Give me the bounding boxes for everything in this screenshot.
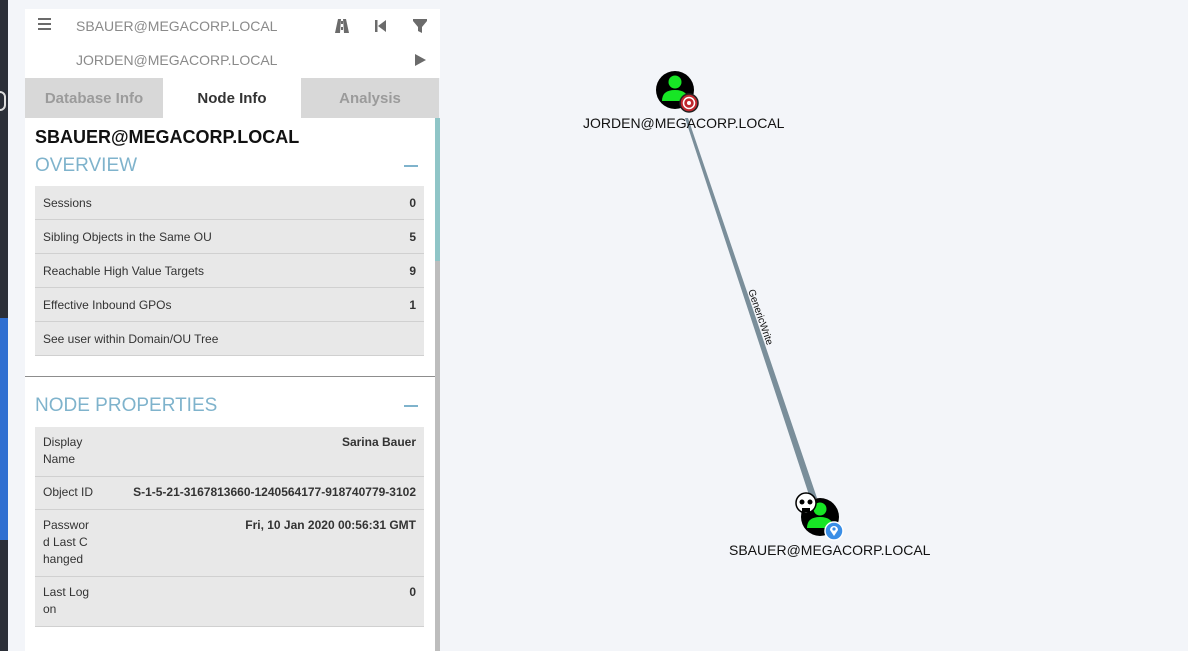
search-panel: SBAUER@MEGACORP.LOCAL JORDEN@MEGACORP.LO… [25, 9, 440, 78]
overview-collapse-icon[interactable] [404, 165, 418, 167]
search-row-start: SBAUER@MEGACORP.LOCAL [25, 9, 440, 43]
play-icon[interactable] [411, 51, 429, 69]
node-properties-table: Display Name Sarina Bauer Object ID S-1-… [35, 427, 424, 627]
property-value: S-1-5-21-3167813660-1240564177-918740779… [133, 485, 416, 499]
node-properties-heading[interactable]: NODE PROPERTIES [35, 395, 217, 417]
tab-analysis[interactable]: Analysis [301, 78, 439, 118]
property-value: 0 [409, 585, 416, 599]
node-properties-collapse-icon[interactable] [404, 405, 418, 407]
back-icon[interactable] [372, 17, 390, 35]
graph-node-sbauer[interactable] [795, 492, 844, 541]
section-divider [25, 376, 435, 377]
overview-row-ou-tree[interactable]: See user within Domain/OU Tree [35, 322, 424, 356]
panel-tabs: Database Info Node Info Analysis [25, 78, 439, 118]
row-value: 9 [409, 263, 416, 278]
node-label-sbauer: SBAUER@MEGACORP.LOCAL [729, 542, 931, 558]
property-label: Last Logon [43, 585, 90, 616]
node-label-jorden: JORDEN@MEGACORP.LOCAL [583, 115, 785, 131]
background-window-edge [0, 0, 8, 651]
menu-icon[interactable] [38, 18, 51, 32]
overview-row-sessions[interactable]: Sessions 0 [35, 186, 424, 220]
location-pin-icon [824, 521, 844, 541]
overview-row-sibling-objects[interactable]: Sibling Objects in the Same OU 5 [35, 220, 424, 254]
row-label: Sessions [43, 195, 92, 210]
property-row-display-name: Display Name Sarina Bauer [35, 427, 424, 477]
row-value: 0 [409, 195, 416, 210]
target-node-input[interactable]: JORDEN@MEGACORP.LOCAL [76, 52, 277, 68]
property-row-password-last-changed: Password Last Changed Fri, 10 Jan 2020 0… [35, 510, 424, 577]
tab-node-info[interactable]: Node Info [163, 78, 301, 118]
property-label: Object ID [43, 485, 94, 499]
graph-canvas[interactable]: GenericWrite JORDEN@MEGACORP.LOCAL SBAUE… [440, 0, 1188, 651]
row-label: Effective Inbound GPOs [43, 297, 172, 312]
filter-icon[interactable] [411, 17, 429, 35]
row-value: 5 [409, 229, 416, 244]
row-label: Sibling Objects in the Same OU [43, 229, 212, 244]
tab-database-info[interactable]: Database Info [25, 78, 163, 118]
property-label: Password Last Changed [43, 518, 90, 566]
pathfinding-icon[interactable] [333, 17, 351, 35]
node-title: SBAUER@MEGACORP.LOCAL [35, 127, 300, 147]
graph-node-jorden[interactable] [656, 71, 699, 113]
background-window-highlight [0, 318, 8, 540]
property-value: Fri, 10 Jan 2020 00:56:31 GMT [245, 518, 416, 532]
target-icon [679, 93, 699, 113]
row-value: 1 [409, 297, 416, 312]
row-label: Reachable High Value Targets [43, 263, 204, 278]
property-row-object-id: Object ID S-1-5-21-3167813660-1240564177… [35, 477, 424, 510]
property-label: Display Name [43, 435, 83, 466]
background-window-knob [0, 91, 6, 111]
overview-row-high-value-targets[interactable]: Reachable High Value Targets 9 [35, 254, 424, 288]
search-row-target: JORDEN@MEGACORP.LOCAL [25, 43, 440, 77]
property-row-last-logon: Last Logon 0 [35, 577, 424, 627]
property-value: Sarina Bauer [341, 435, 416, 449]
overview-heading[interactable]: OVERVIEW [35, 155, 137, 177]
overview-table: Sessions 0 Sibling Objects in the Same O… [35, 186, 424, 356]
skull-icon [795, 492, 817, 514]
overview-row-inbound-gpos[interactable]: Effective Inbound GPOs 1 [35, 288, 424, 322]
row-label: See user within Domain/OU Tree [43, 331, 219, 346]
start-node-input[interactable]: SBAUER@MEGACORP.LOCAL [76, 18, 277, 34]
node-info-panel: SBAUER@MEGACORP.LOCAL OVERVIEW Sessions … [25, 118, 435, 651]
